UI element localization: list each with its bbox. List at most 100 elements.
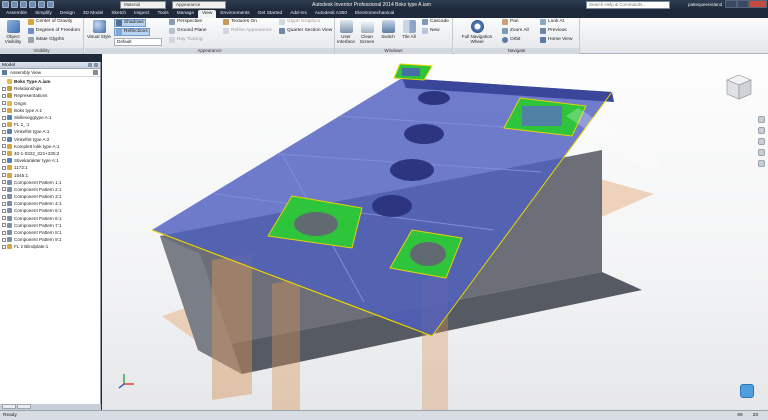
tab-electromechanical[interactable]: Electromechanical (351, 10, 398, 18)
expand-icon[interactable] (2, 86, 6, 91)
expand-icon[interactable] (2, 237, 6, 242)
expand-icon[interactable] (2, 180, 6, 185)
steering-wheel-icon[interactable] (757, 116, 765, 123)
full-navigation-wheel-button[interactable]: Full Navigation Wheel (456, 20, 498, 44)
app-menu-icon[interactable] (2, 1, 9, 8)
visual-style-button[interactable]: Visual Style (87, 20, 111, 39)
reflections-button[interactable]: Reflections (114, 28, 150, 36)
expand-icon[interactable] (2, 144, 6, 149)
look-at-button[interactable]: Look At (540, 19, 564, 25)
expand-icon[interactable] (2, 165, 6, 170)
pan-button[interactable]: Pan (502, 19, 519, 25)
tree-node[interactable]: Boks type A:1 (0, 107, 100, 114)
tree-node[interactable]: Origin (0, 100, 100, 107)
ray-tracing-button[interactable]: Ray Tracing (169, 37, 203, 43)
assembly-model[interactable] (102, 54, 768, 410)
tab-view[interactable]: View (198, 10, 217, 18)
tab-sketch[interactable]: Sketch (107, 10, 130, 18)
tree-node[interactable]: 1172:1 (0, 164, 100, 171)
previous-view-button[interactable]: Previous (540, 28, 567, 34)
glyph-graphics-button[interactable]: Glyph Graphics (279, 19, 320, 25)
tree-node[interactable]: Relationships (0, 85, 100, 92)
expand-icon[interactable] (2, 201, 6, 206)
tab-manage[interactable]: Manage (173, 10, 198, 18)
tree-node[interactable]: 40-1-0322_021+335:2 (0, 150, 100, 157)
tree-node[interactable]: FL 2_:1 (0, 121, 100, 128)
tree-node[interactable]: Component Pattern 2:1 (0, 186, 100, 193)
tab-3d-model[interactable]: 3D Model (79, 10, 108, 18)
browser-search-icon[interactable] (93, 70, 98, 75)
object-visibility-button[interactable]: Object Visibility (3, 20, 23, 44)
pad-top-left[interactable] (393, 63, 433, 81)
expand-icon[interactable] (2, 101, 6, 106)
user-name[interactable]: pattequeenisland (688, 1, 722, 9)
expand-icon[interactable] (2, 151, 6, 156)
tab-autodesk-a360[interactable]: Autodesk A360 (311, 10, 351, 18)
tree-node[interactable]: Component Pattern 8:1 (0, 229, 100, 236)
tab-simplify[interactable]: Simplify (31, 10, 56, 18)
tab-assemble[interactable]: Assemble (2, 10, 31, 18)
browser-tab-other[interactable] (17, 404, 31, 409)
browser-close-icon[interactable] (94, 63, 98, 67)
expand-icon[interactable] (2, 93, 6, 98)
expand-icon[interactable] (2, 173, 6, 178)
tree-node[interactable]: Component Pattern 9:1 (0, 236, 100, 243)
material-combo[interactable]: Material (120, 1, 166, 9)
tab-environments[interactable]: Environments (216, 10, 253, 18)
imate-glyphs-button[interactable]: iMate Glyphs (28, 37, 64, 43)
home-view-button[interactable]: Home View (540, 37, 572, 43)
expand-icon[interactable] (2, 216, 6, 221)
expand-icon[interactable] (2, 230, 6, 235)
appearance-combo[interactable]: Appearance (172, 1, 226, 9)
tab-add-ins[interactable]: Add-Ins (286, 10, 311, 18)
tree-node[interactable]: Vinkelfot type A:1 (0, 128, 100, 135)
undo-icon[interactable] (38, 1, 45, 8)
browser-pin-icon[interactable] (88, 63, 92, 67)
tree-node[interactable]: Component Pattern 4:1 (0, 200, 100, 207)
expand-icon[interactable] (2, 108, 6, 113)
open-icon[interactable] (20, 1, 27, 8)
tree-node[interactable]: Component Pattern 1:1 (0, 179, 100, 186)
user-interface-button[interactable]: User Interface (336, 20, 356, 44)
maximize-button[interactable] (737, 0, 749, 8)
save-icon[interactable] (29, 1, 36, 8)
expand-icon[interactable] (2, 129, 6, 134)
switch-button[interactable]: Switch (379, 20, 397, 39)
tree-node[interactable]: FL 2 Blindplate:1 (0, 243, 100, 250)
shadows-button[interactable]: Shadows (114, 19, 146, 27)
tile-all-button[interactable]: Tile All (399, 20, 419, 39)
new-icon[interactable] (11, 1, 18, 8)
communication-center-icon[interactable] (740, 384, 754, 398)
tree-node[interactable]: Component Pattern 3:1 (0, 193, 100, 200)
lighting-style-dropdown[interactable]: Default (114, 38, 162, 46)
tree-node[interactable]: 1545:1 (0, 171, 100, 178)
center-of-gravity-button[interactable]: Center of Gravity (28, 19, 72, 25)
ground-plane-button[interactable]: Ground Plane (169, 28, 207, 34)
expand-icon[interactable] (2, 244, 6, 249)
zoom-all-button[interactable]: Zoom All (502, 28, 529, 34)
graphics-viewport[interactable] (102, 54, 768, 410)
zoom-tool-icon[interactable] (757, 138, 765, 145)
tree-node[interactable]: Component Pattern 7:1 (0, 222, 100, 229)
expand-icon[interactable] (2, 158, 6, 163)
quarter-section-view-button[interactable]: Quarter Section View (279, 28, 332, 34)
expand-icon[interactable] (2, 187, 6, 192)
orbit-button[interactable]: Orbit (502, 37, 520, 43)
expand-icon[interactable] (2, 115, 6, 120)
tab-design[interactable]: Design (56, 10, 79, 18)
redo-icon[interactable] (47, 1, 54, 8)
close-button[interactable] (749, 0, 767, 8)
cascade-button[interactable]: Cascade (422, 19, 449, 25)
pan-tool-icon[interactable] (757, 127, 765, 134)
expand-icon[interactable] (2, 122, 6, 127)
look-at-tool-icon[interactable] (757, 160, 765, 167)
tree-node[interactable]: Vinkelfot type A:2 (0, 136, 100, 143)
tree-node[interactable]: Stivekarakter type A:1 (0, 157, 100, 164)
browser-view-dropdown[interactable]: Assembly View (10, 70, 41, 75)
filter-icon[interactable] (2, 70, 7, 75)
expand-icon[interactable] (2, 194, 6, 199)
tab-get-started[interactable]: Get Started (254, 10, 287, 18)
expand-icon[interactable] (2, 208, 6, 213)
tree-node[interactable]: Component Pattern 6:1 (0, 215, 100, 222)
tab-inspect[interactable]: Inspect (130, 10, 153, 18)
